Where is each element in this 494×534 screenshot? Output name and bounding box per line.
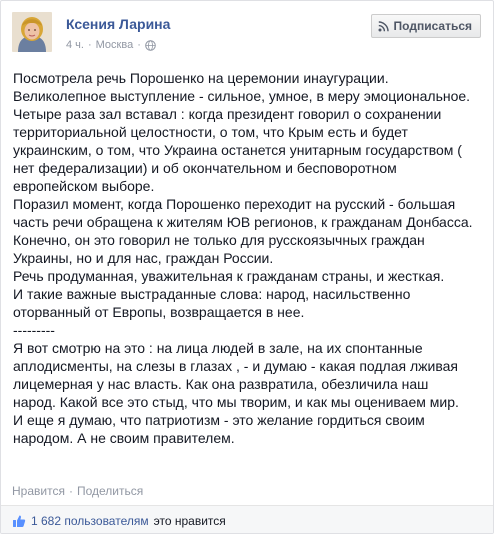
post-body: Посмотрела речь Порошенко на церемонии и… [13,69,491,447]
post-text-line: народ. Какой все это стыд, что мы творим… [13,394,459,410]
meta-separator-2: · [137,39,141,51]
post-text-line: нет федерализации) и об окончательном и … [13,160,397,176]
post-text-line: часть речи обращена к жителям ЮВ регионо… [13,214,473,230]
meta-separator: · [87,39,92,51]
post-location[interactable]: Москва [96,39,134,51]
post-text-line: Украины, но и для нас, граждан России. [13,250,274,266]
likes-summary: 1 682 пользователям это нравится [12,514,226,528]
post-actions: Нравится · Поделиться [12,484,143,498]
post-text-line: Великолепное выступление - сильное, умно… [13,88,471,104]
post-meta: 4 ч. · Москва · [66,39,156,51]
subscribe-label: Подписаться [393,19,472,33]
likes-count[interactable]: 1 682 пользователям [31,514,149,528]
post-text-line: Четыре раза зал вставал : когда президен… [13,106,442,122]
facebook-post: Ксения Ларина 4 ч. · Москва · Подписатьс… [0,0,494,534]
globe-icon[interactable] [145,39,156,51]
subscribe-button[interactable]: Подписаться [370,14,481,38]
post-text-line: территориальной целостности, о том, что … [13,124,408,140]
post-text-line: народом. А не своим правителем. [13,430,235,446]
share-link[interactable]: Поделиться [77,484,143,498]
likes-suffix: это нравится [153,514,226,528]
post-text-line: Конечно, он это говорил не только для ру… [13,232,425,248]
post-header: Ксения Ларина 4 ч. · Москва · Подписатьс… [12,12,482,56]
post-text-line: Посмотрела речь Порошенко на церемонии и… [13,70,389,86]
author-name[interactable]: Ксения Ларина [66,16,170,32]
post-text-line: --------- [13,322,55,338]
post-text-line: Поразил момент, когда Порошенко переходи… [13,196,456,212]
post-time[interactable]: 4 ч. [66,39,84,51]
thumbs-up-icon [13,515,26,527]
post-text-line: европейском выборе. [13,178,155,194]
post-text-line: аплодисменты, на слезы в глазах , - и ду… [13,358,458,374]
avatar[interactable] [12,12,52,52]
rss-icon [378,20,389,31]
post-text-line: лицемерная у нас власть. Как она разврат… [13,376,429,392]
actions-separator: · [68,484,73,498]
likes-bar: 1 682 пользователям это нравится [1,505,493,533]
post-text-line: И такие важные выстраданные слова: народ… [13,286,411,302]
post-text-line: Я вот смотрю на это : на лица людей в за… [13,340,423,356]
post-text-line: оторванный от Европы, возвращается в нее… [13,304,305,320]
like-link[interactable]: Нравится [12,484,65,498]
post-text-line: И еще я думаю, что патриотизм - это жела… [13,412,425,428]
post-text-line: украинским, о том, что Украина останется… [13,142,462,158]
post-text-line: Речь продуманная, уважительная к граждан… [13,268,445,284]
